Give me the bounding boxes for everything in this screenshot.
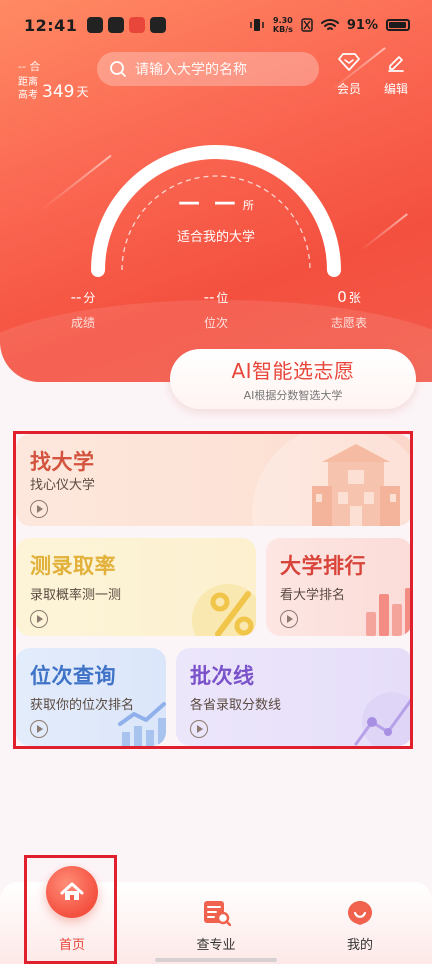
no-sim-icon — [301, 18, 313, 32]
line-graph-icon — [354, 692, 412, 746]
wifi-icon — [320, 19, 339, 30]
search-icon — [110, 61, 126, 77]
nav-majors-label: 查专业 — [196, 938, 236, 953]
edit-label: 编辑 — [383, 82, 408, 96]
stat-forms-unit: 张 — [348, 291, 361, 305]
university-ranking-title: 大学排行 — [280, 554, 366, 578]
percent-icon — [192, 584, 256, 636]
edit-button[interactable]: 编辑 — [378, 52, 414, 97]
notification-icons — [87, 17, 167, 33]
nav-majors[interactable]: 查专业 — [168, 882, 264, 964]
suitable-label: 适合我的大学 — [176, 230, 255, 245]
stat-score-caption: 成绩 — [70, 316, 95, 330]
vibrate-icon — [250, 19, 264, 31]
university-ranking-subtitle: 看大学排名 — [280, 588, 346, 603]
find-university-title: 找大学 — [30, 450, 95, 474]
member-button[interactable]: 会员 — [331, 52, 367, 97]
trend-chart-icon — [118, 702, 166, 746]
profile-icon — [348, 901, 372, 925]
ai-select-subtitle: AI根据分数智选大学 — [243, 389, 343, 402]
battery-percent: 91% — [346, 17, 378, 33]
rank-query-title: 位次查询 — [30, 664, 116, 688]
admission-rate-card[interactable]: 测录取率 录取概率测一测 — [16, 538, 256, 636]
play-icon — [280, 610, 298, 628]
gesture-bar — [155, 958, 277, 962]
network-speed: 9.30 KB/s — [273, 16, 293, 34]
play-icon — [30, 500, 48, 518]
exam-countdown-sub: -- 合 — [18, 60, 41, 73]
rank-query-card[interactable]: 位次查询 获取你的位次排名 — [16, 648, 166, 746]
nav-profile-label: 我的 — [346, 938, 373, 953]
find-university-card[interactable]: 找大学 找心仪大学 — [16, 434, 412, 526]
stat-rank-caption: 位次 — [203, 316, 228, 330]
bottom-nav: 首页 查专业 我的 — [0, 866, 432, 964]
university-ranking-card[interactable]: 大学排行 看大学排名 — [266, 538, 412, 636]
app-notification-icon — [87, 17, 104, 33]
decor-streak — [359, 213, 408, 252]
exam-countdown[interactable]: -- 合 距离高考 349 天 — [18, 58, 88, 102]
app-notification-icon — [129, 17, 146, 33]
batch-line-card[interactable]: 批次线 各省录取分数线 — [176, 648, 412, 746]
status-bar: 12:41 9.30 KB/s 91% — [0, 0, 432, 50]
stat-rank-value: -- — [203, 288, 215, 306]
member-label: 会员 — [336, 82, 361, 96]
app-page: 12:41 9.30 KB/s 91% -- 合 距离高考 349 天 请输入大… — [0, 0, 432, 964]
status-time: 12:41 — [24, 15, 78, 35]
play-icon — [190, 720, 208, 738]
search-placeholder: 请输入大学的名称 — [135, 62, 247, 78]
search-input[interactable]: 请输入大学的名称 — [97, 52, 319, 86]
batch-line-subtitle: 各省录取分数线 — [190, 698, 282, 713]
nav-home[interactable]: 首页 — [24, 866, 120, 964]
stat-score-value: -- — [70, 288, 82, 306]
stat-forms-caption: 志愿表 — [330, 316, 367, 330]
play-icon — [30, 610, 48, 628]
admission-rate-subtitle: 录取概率测一测 — [30, 588, 122, 603]
find-university-subtitle: 找心仪大学 — [30, 478, 96, 493]
suitable-count-unit: 所 — [242, 199, 254, 212]
net-speed-value: 9.30 — [273, 16, 293, 25]
stat-rank[interactable]: -- 位 位次 — [171, 287, 261, 331]
home-house-icon — [60, 882, 84, 900]
tiktok-icon — [108, 17, 125, 33]
match-gauge[interactable]: — — 所 适合我的大学 — [88, 128, 344, 278]
diamond-icon — [338, 53, 360, 71]
stat-score[interactable]: -- 分 成绩 — [38, 287, 128, 331]
edit-pencil-icon — [388, 56, 404, 72]
exam-countdown-unit: 天 — [76, 85, 89, 99]
nav-home-label: 首页 — [58, 938, 85, 953]
exam-countdown-days: 349 — [42, 82, 75, 102]
batch-line-title: 批次线 — [190, 664, 255, 688]
play-icon — [30, 720, 48, 738]
admission-rate-title: 测录取率 — [30, 554, 116, 578]
stat-forms-value: 0 — [337, 288, 347, 306]
ai-select-title: AI智能选志愿 — [231, 359, 355, 383]
battery-icon — [386, 19, 410, 31]
building-icon — [312, 444, 400, 526]
suitable-count: — — 所 — [88, 190, 344, 215]
nav-profile[interactable]: 我的 — [312, 882, 408, 964]
home-icon — [46, 866, 98, 918]
major-search-icon — [204, 901, 231, 926]
stat-rank-unit: 位 — [216, 291, 229, 305]
stat-forms[interactable]: 0张 志愿表 — [304, 287, 394, 331]
exam-countdown-label: 距离高考 — [18, 77, 38, 101]
stat-score-unit: 分 — [83, 291, 96, 305]
status-indicators: 9.30 KB/s 91% — [249, 16, 410, 34]
suitable-count-value: — — — [178, 190, 239, 215]
net-speed-unit: KB/s — [272, 25, 293, 34]
app-notification-icon — [150, 17, 167, 33]
bar-chart-icon — [366, 588, 412, 636]
ai-select-button[interactable]: AI智能选志愿 AI根据分数智选大学 — [170, 349, 416, 409]
